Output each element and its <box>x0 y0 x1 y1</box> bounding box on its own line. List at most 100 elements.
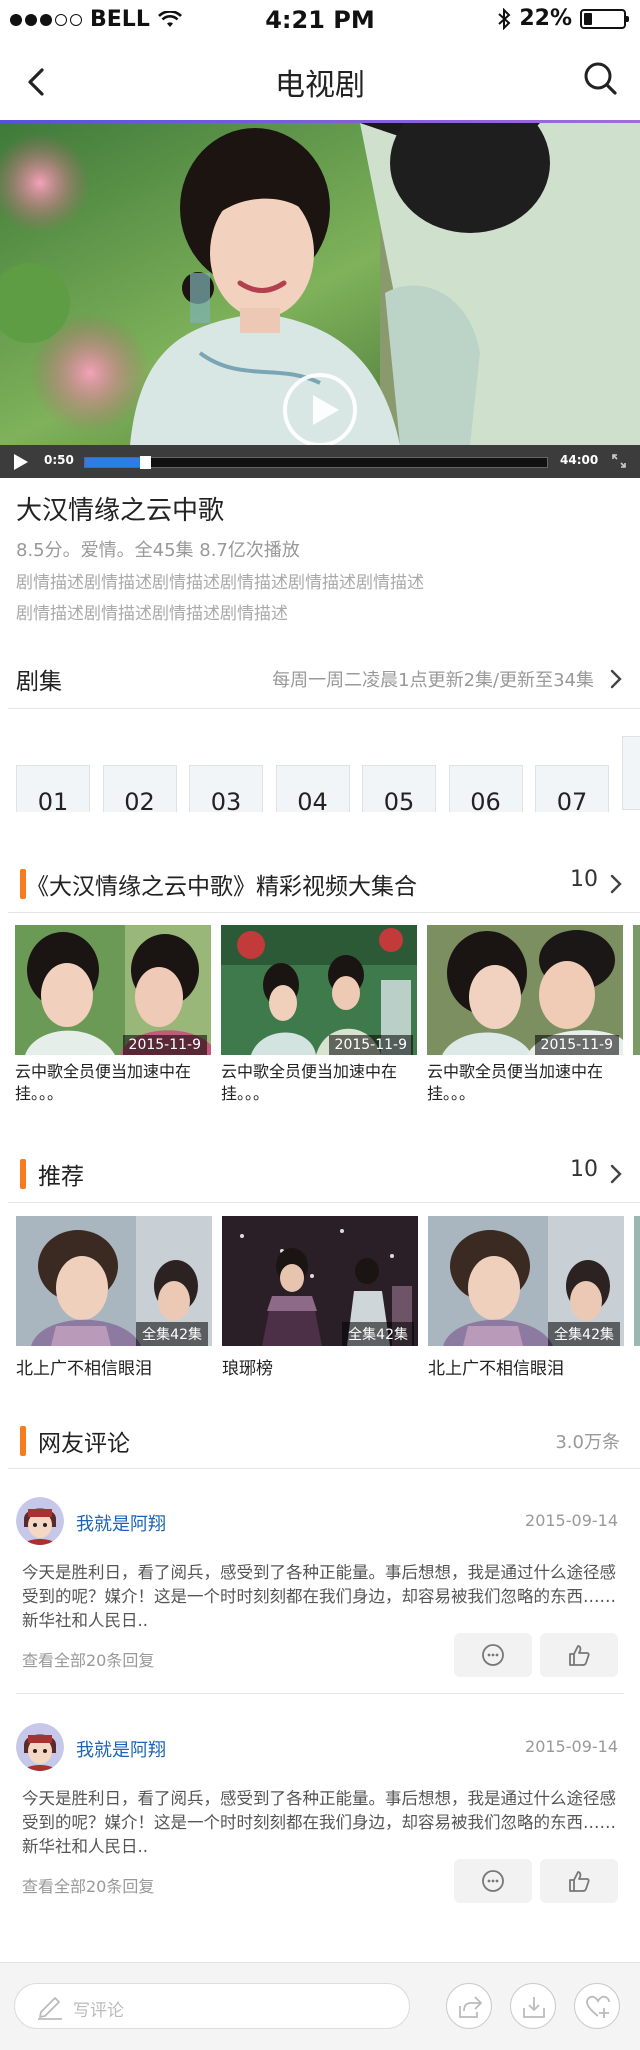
episode-button[interactable]: 07 <box>535 765 609 812</box>
seek-handle[interactable] <box>140 456 151 469</box>
view-replies-link[interactable]: 查看全部20条回复 <box>22 1647 154 1671</box>
avatar[interactable] <box>16 1497 64 1545</box>
bluetooth-icon <box>498 7 511 30</box>
episode-button[interactable]: 01 <box>16 765 90 812</box>
seek-bar[interactable] <box>84 456 548 469</box>
comments-header: 网友评论 3.0万条 <box>0 1412 640 1472</box>
video-player[interactable]: 0:50 44:00 <box>0 123 640 478</box>
pen-icon <box>38 1997 62 2020</box>
status-right: 22% <box>497 6 629 31</box>
avatar[interactable] <box>16 1723 64 1771</box>
recommend-header[interactable]: 推荐 10 <box>0 1145 640 1205</box>
date-badge: 2015-11-9 <box>534 1035 619 1055</box>
clip-card-partial[interactable] <box>633 925 640 1055</box>
episode-count-badge: 全集42集 <box>548 1322 620 1346</box>
comments-count: 3.0万条 <box>555 1432 620 1453</box>
comment-item: 我就是阿翔 2015-09-14 今天是胜利日，看了阅兵，感受到了各种正能量。事… <box>16 1723 624 1923</box>
share-button[interactable] <box>446 1983 492 2029</box>
episode-list: 01 02 03 04 05 06 07 <box>16 736 640 812</box>
download-icon <box>523 1997 545 2018</box>
show-title: 大汉情缘之云中歌 <box>16 496 225 526</box>
heart-add-icon <box>586 1995 610 2018</box>
recommend-list: 全集42集 北上广不相信眼泪 全集42集 琅琊榜 全集42集 北上广不相信眼泪 <box>16 1216 640 1379</box>
chevron-right-icon[interactable] <box>608 668 624 690</box>
episode-button[interactable]: 06 <box>448 765 523 812</box>
recommend-card[interactable]: 全集42集 琅琊榜 <box>222 1216 418 1379</box>
play-overlay-button[interactable] <box>283 373 357 447</box>
recommend-caption: 琅琊榜 <box>222 1359 273 1379</box>
comment-username[interactable]: 我就是阿翔 <box>76 1736 166 1762</box>
clip-card[interactable]: 2015-11-9 云中歌全员便当加速中在挂。。。 <box>15 925 211 1105</box>
bottom-bar: 写评论 <box>0 1962 640 2050</box>
play-icon[interactable] <box>14 454 28 470</box>
recommend-thumbnail: 全集42集 <box>16 1216 212 1346</box>
write-comment-placeholder: 写评论 <box>73 2001 124 2021</box>
favorite-button[interactable] <box>574 1983 620 2029</box>
comment-text: 今天是胜利日，看了阅兵，感受到了各种正能量。事后想想，我是通过什么途径感受到的呢… <box>22 1789 616 1856</box>
chevron-right-icon[interactable] <box>608 873 624 895</box>
recommend-thumbnail: 全集42集 <box>222 1216 418 1346</box>
thumbs-up-icon <box>569 1645 590 1666</box>
search-icon[interactable] <box>580 58 620 98</box>
recommend-caption: 北上广不相信眼泪 <box>16 1359 152 1379</box>
comment-date: 2015-09-14 <box>525 1737 618 1756</box>
total-time: 44:00 <box>560 453 599 467</box>
download-button[interactable] <box>510 1983 556 2029</box>
recommend-thumbnail: 全集42集 <box>428 1216 624 1346</box>
episode-button[interactable]: 04 <box>275 765 350 812</box>
show-description: 剧情描述剧情描述剧情描述剧情描述剧情描述剧情描述 剧情描述剧情描述剧情描述剧情描… <box>16 568 456 630</box>
description-line: 剧情描述剧情描述剧情描述剧情描述 <box>16 604 288 624</box>
like-button[interactable] <box>540 1633 618 1677</box>
reply-button[interactable] <box>454 1633 532 1677</box>
fullscreen-icon[interactable] <box>612 454 626 468</box>
recommend-count: 10 <box>570 1157 598 1182</box>
view-replies-link[interactable]: 查看全部20条回复 <box>22 1873 154 1897</box>
recommend-card[interactable]: 全集42集 北上广不相信眼泪 <box>16 1216 212 1379</box>
current-time: 0:50 <box>44 453 74 467</box>
recommend-title: 推荐 <box>38 1164 84 1190</box>
episodes-title: 剧集 <box>16 669 62 695</box>
comment-icon <box>482 1644 504 1666</box>
clip-caption: 云中歌全员便当加速中在挂。。。 <box>221 1062 398 1103</box>
player-controls: 0:50 44:00 <box>0 445 640 478</box>
battery-percent: 22% <box>519 6 572 31</box>
episode-button[interactable]: 03 <box>189 765 263 812</box>
episodes-header[interactable]: 剧集 每周一周二凌晨1点更新2集/更新至34集 <box>0 650 640 710</box>
chevron-right-icon[interactable] <box>608 1163 624 1185</box>
clip-thumbnail: 2015-11-9 <box>221 925 417 1055</box>
description-line: 剧情描述剧情描述剧情描述剧情描述剧情描述剧情描述 <box>16 573 424 593</box>
reply-button[interactable] <box>454 1859 532 1903</box>
date-badge: 2015-11-9 <box>122 1035 207 1055</box>
episodes-update-info: 每周一周二凌晨1点更新2集/更新至34集 <box>272 670 594 691</box>
episode-button-partial[interactable] <box>621 736 640 810</box>
clip-thumbnail <box>633 925 640 1055</box>
like-button[interactable] <box>540 1859 618 1903</box>
write-comment-input[interactable]: 写评论 <box>14 1983 410 2029</box>
comment-text: 今天是胜利日，看了阅兵，感受到了各种正能量。事后想想，我是通过什么途径感受到的呢… <box>22 1563 616 1630</box>
battery-icon <box>580 8 629 29</box>
divider <box>8 708 640 709</box>
episode-button[interactable]: 05 <box>362 765 436 812</box>
clip-card[interactable]: 2015-11-9 云中歌全员便当加速中在挂。。。 <box>427 925 623 1105</box>
share-icon <box>459 1996 482 2018</box>
recommend-card[interactable]: 全集42集 北上广不相信眼泪 <box>428 1216 624 1379</box>
clip-caption: 云中歌全员便当加速中在挂。。。 <box>427 1062 604 1103</box>
clips-header[interactable]: 《大汉情缘之云中歌》精彩视频大集合 10 <box>0 855 640 915</box>
clip-card[interactable]: 2015-11-9 云中歌全员便当加速中在挂。。。 <box>221 925 417 1105</box>
section-accent <box>20 1426 26 1456</box>
divider <box>8 912 640 913</box>
divider <box>8 1468 640 1469</box>
comment-icon <box>482 1870 504 1892</box>
thumbs-up-icon <box>569 1871 590 1892</box>
episode-count-badge: 全集42集 <box>136 1322 208 1346</box>
divider <box>16 1693 624 1694</box>
status-bar: BELL 4:21 PM 22% <box>0 0 640 40</box>
recommend-thumbnail <box>634 1216 640 1346</box>
section-accent <box>20 1159 26 1189</box>
episode-count-badge: 全集42集 <box>342 1322 414 1346</box>
clips-title: 《大汉情缘之云中歌》精彩视频大集合 <box>26 874 417 900</box>
comment-username[interactable]: 我就是阿翔 <box>76 1510 166 1536</box>
episode-button[interactable]: 02 <box>102 765 177 812</box>
seek-progress <box>85 458 140 467</box>
recommend-card-partial[interactable] <box>634 1216 640 1346</box>
